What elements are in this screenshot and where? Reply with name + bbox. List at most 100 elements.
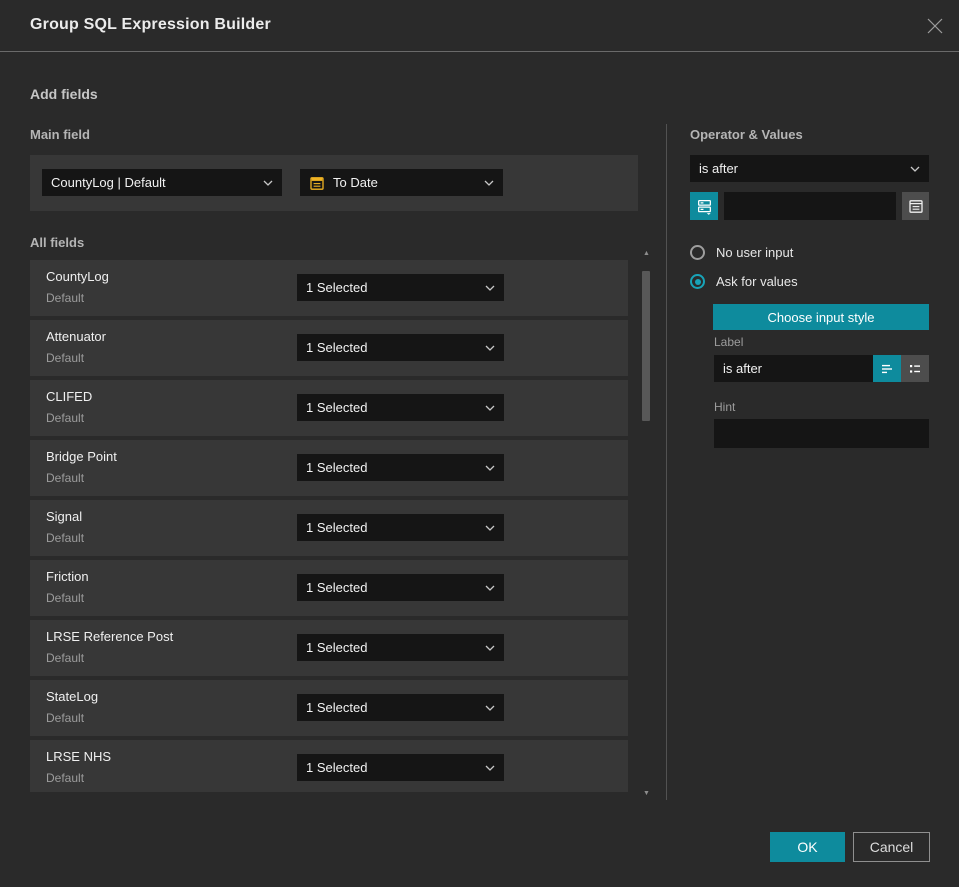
- label-field-label: Label: [714, 335, 744, 349]
- dialog-titlebar: Group SQL Expression Builder: [0, 0, 959, 52]
- chevron-down-icon: [263, 180, 273, 186]
- operator-dropdown-value: is after: [699, 161, 739, 176]
- field-row-clifed: CLIFED Default 1 Selected: [30, 380, 628, 436]
- field-selected-dropdown[interactable]: 1 Selected: [297, 514, 504, 541]
- field-row-bridge-point: Bridge Point Default 1 Selected: [30, 440, 628, 496]
- radio-unchecked-icon: [690, 245, 705, 260]
- single-line-style-button[interactable]: [873, 355, 901, 382]
- field-subtitle: Default: [46, 531, 85, 545]
- list-style-button[interactable]: [901, 355, 929, 382]
- chevron-down-icon: [485, 525, 495, 531]
- field-subtitle: Default: [46, 771, 85, 785]
- main-field-label: Main field: [30, 127, 90, 142]
- radio-ask-for-values-label: Ask for values: [716, 274, 798, 289]
- field-name: Signal: [46, 509, 83, 524]
- calendar-icon: [908, 200, 923, 213]
- operator-dropdown[interactable]: is after: [690, 155, 929, 182]
- field-subtitle: Default: [46, 471, 85, 485]
- field-subtitle: Default: [46, 291, 85, 305]
- selected-count: 1 Selected: [306, 700, 368, 715]
- dialog-title: Group SQL Expression Builder: [30, 16, 271, 33]
- add-fields-heading: Add fields: [30, 86, 98, 102]
- chevron-down-icon: [485, 645, 495, 651]
- selected-count: 1 Selected: [306, 760, 368, 775]
- field-row-attenuator: Attenuator Default 1 Selected: [30, 320, 628, 376]
- main-field-date-dropdown[interactable]: To Date: [300, 169, 503, 196]
- selected-count: 1 Selected: [306, 640, 368, 655]
- field-row-statelog: StateLog Default 1 Selected: [30, 680, 628, 736]
- date-picker-button[interactable]: [902, 192, 929, 220]
- label-input[interactable]: [714, 355, 873, 382]
- field-selected-dropdown[interactable]: 1 Selected: [297, 454, 504, 481]
- scroll-up-icon[interactable]: ▲: [641, 250, 652, 258]
- field-name: CountyLog: [46, 269, 109, 284]
- all-fields-label: All fields: [30, 235, 85, 250]
- scroll-down-icon[interactable]: ▼: [641, 790, 652, 798]
- main-field-date-value: To Date: [333, 175, 378, 190]
- field-selected-dropdown[interactable]: 1 Selected: [297, 754, 504, 781]
- chevron-down-icon: [484, 180, 494, 186]
- field-name: Attenuator: [46, 329, 106, 344]
- chevron-down-icon: [485, 465, 495, 471]
- hint-field-label: Hint: [714, 400, 736, 414]
- field-subtitle: Default: [46, 411, 85, 425]
- radio-ask-for-values[interactable]: Ask for values: [690, 274, 798, 289]
- field-row-lrse-nhs: LRSE NHS Default 1 Selected: [30, 740, 628, 792]
- main-field-dropdown[interactable]: CountyLog | Default: [42, 169, 282, 196]
- value-input[interactable]: [724, 192, 896, 220]
- field-selected-dropdown[interactable]: 1 Selected: [297, 334, 504, 361]
- field-selected-dropdown[interactable]: 1 Selected: [297, 634, 504, 661]
- chevron-down-icon: [485, 405, 495, 411]
- main-field-dropdown-value: CountyLog | Default: [51, 175, 166, 190]
- radio-checked-icon: [690, 274, 705, 289]
- radio-no-user-input[interactable]: No user input: [690, 245, 793, 260]
- radio-no-user-input-label: No user input: [716, 245, 794, 260]
- all-fields-list: CountyLog Default 1 Selected Attenuator …: [30, 260, 628, 792]
- field-selected-dropdown[interactable]: 1 Selected: [297, 394, 504, 421]
- chevron-down-icon: [485, 285, 495, 291]
- field-row-signal: Signal Default 1 Selected: [30, 500, 628, 556]
- selected-count: 1 Selected: [306, 400, 368, 415]
- operator-values-label: Operator & Values: [690, 127, 803, 142]
- field-name: StateLog: [46, 689, 99, 704]
- value-list-icon: [697, 199, 711, 215]
- list-scrollbar: ▲ ▼: [641, 250, 652, 798]
- ok-button[interactable]: OK: [770, 832, 845, 862]
- selected-count: 1 Selected: [306, 580, 368, 595]
- main-field-panel: CountyLog | Default To Date: [30, 155, 638, 211]
- field-selected-dropdown[interactable]: 1 Selected: [297, 274, 504, 301]
- field-name: Bridge Point: [46, 449, 117, 464]
- field-subtitle: Default: [46, 711, 85, 725]
- field-subtitle: Default: [46, 351, 85, 365]
- value-list-button[interactable]: [690, 192, 718, 220]
- selected-count: 1 Selected: [306, 460, 368, 475]
- field-row-lrse-reference-post: LRSE Reference Post Default 1 Selected: [30, 620, 628, 676]
- field-subtitle: Default: [46, 651, 85, 665]
- bulleted-list-icon: [910, 364, 920, 373]
- close-icon[interactable]: [925, 16, 945, 36]
- choose-input-style-button[interactable]: Choose input style: [713, 304, 929, 330]
- selected-count: 1 Selected: [306, 340, 368, 355]
- chevron-down-icon: [485, 585, 495, 591]
- field-name: LRSE NHS: [46, 749, 112, 764]
- align-left-icon: [882, 364, 892, 373]
- field-selected-dropdown[interactable]: 1 Selected: [297, 694, 504, 721]
- section-divider: [666, 124, 667, 800]
- calendar-icon: [309, 175, 325, 191]
- chevron-down-icon: [910, 166, 920, 172]
- chevron-down-icon: [485, 765, 495, 771]
- hint-input[interactable]: [714, 419, 929, 448]
- field-name: CLIFED: [46, 389, 93, 404]
- selected-count: 1 Selected: [306, 520, 368, 535]
- field-row-friction: Friction Default 1 Selected: [30, 560, 628, 616]
- field-selected-dropdown[interactable]: 1 Selected: [297, 574, 504, 601]
- chevron-down-icon: [485, 345, 495, 351]
- field-name: LRSE Reference Post: [46, 629, 174, 644]
- field-subtitle: Default: [46, 591, 85, 605]
- field-row-countylog: CountyLog Default 1 Selected: [30, 260, 628, 316]
- selected-count: 1 Selected: [306, 280, 368, 295]
- scrollbar-thumb[interactable]: [642, 271, 650, 421]
- chevron-down-icon: [485, 705, 495, 711]
- field-name: Friction: [46, 569, 89, 584]
- cancel-button[interactable]: Cancel: [853, 832, 930, 862]
